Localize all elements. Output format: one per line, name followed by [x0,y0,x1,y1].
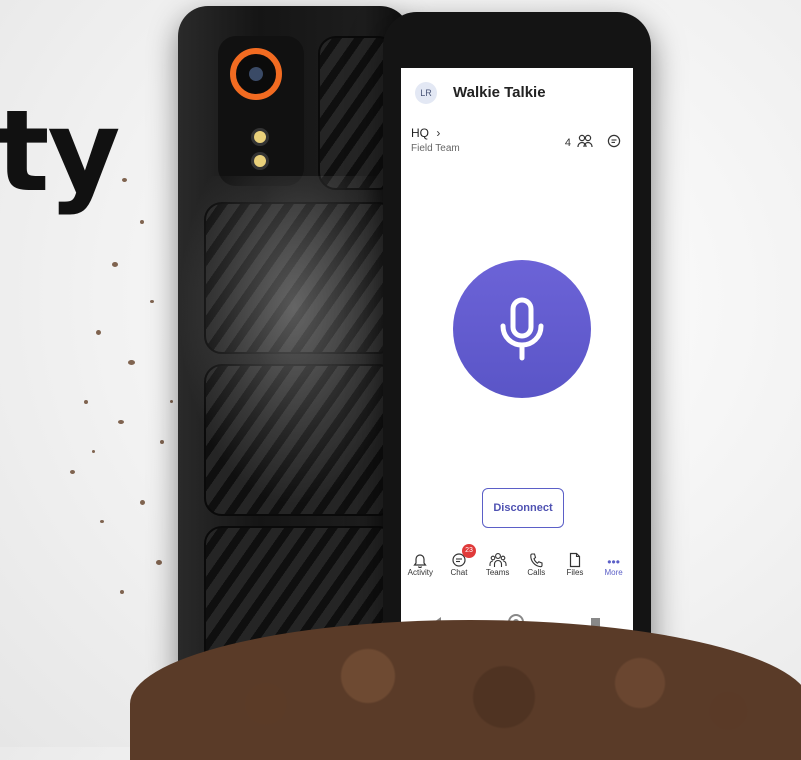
rugged-phone-back [178,6,414,696]
phone-icon [518,548,554,568]
nav-label: Files [566,568,584,577]
more-icon: ••• [607,555,620,569]
channel-members[interactable]: 4 [565,134,621,151]
chat-bubble-icon[interactable] [607,134,621,151]
camera-lens-icon [230,48,282,100]
disconnect-button[interactable]: Disconnect [482,488,564,528]
channel-subtitle: Field Team [411,143,460,154]
nav-label: More [604,568,623,577]
member-count: 4 [564,136,571,149]
nav-label: Activity [407,568,433,577]
bottom-nav: Activity 23 Chat Teams Calls Files ••• M… [401,544,633,594]
teams-icon [480,548,516,568]
headline-text: ty [0,87,121,217]
nav-label: Calls [527,568,546,577]
avatar[interactable]: LR [415,82,437,104]
nav-teams[interactable]: Teams [480,548,516,594]
camera-module [218,36,304,186]
file-icon [557,548,593,568]
nav-calls[interactable]: Calls [518,548,554,594]
flash-icon [251,128,269,146]
nav-files[interactable]: Files [557,548,593,594]
nav-activity[interactable]: Activity [402,548,438,594]
app-bar: LR Walkie Talkie [401,68,633,120]
channel-selector[interactable]: HQ › Field Team [411,126,460,154]
people-icon [577,134,593,151]
chevron-right-icon: › [436,126,441,140]
bell-icon [402,548,438,568]
app-title: Walkie Talkie [453,84,546,101]
flash-icon [251,152,269,170]
rugged-phone-front: LR Walkie Talkie HQ › Field Team 4 Disco… [383,12,651,688]
nav-label: Teams [485,568,510,577]
nav-label: Chat [450,568,468,577]
dust-cloud [178,176,410,506]
phone-screen: LR Walkie Talkie HQ › Field Team 4 Disco… [401,68,633,644]
channel-name: HQ [411,126,429,140]
microphone-icon [500,297,544,361]
unread-badge: 23 [461,544,476,558]
nav-more[interactable]: ••• More [596,548,632,594]
push-to-talk-button[interactable] [453,260,591,398]
nav-chat[interactable]: 23 Chat [441,544,477,594]
